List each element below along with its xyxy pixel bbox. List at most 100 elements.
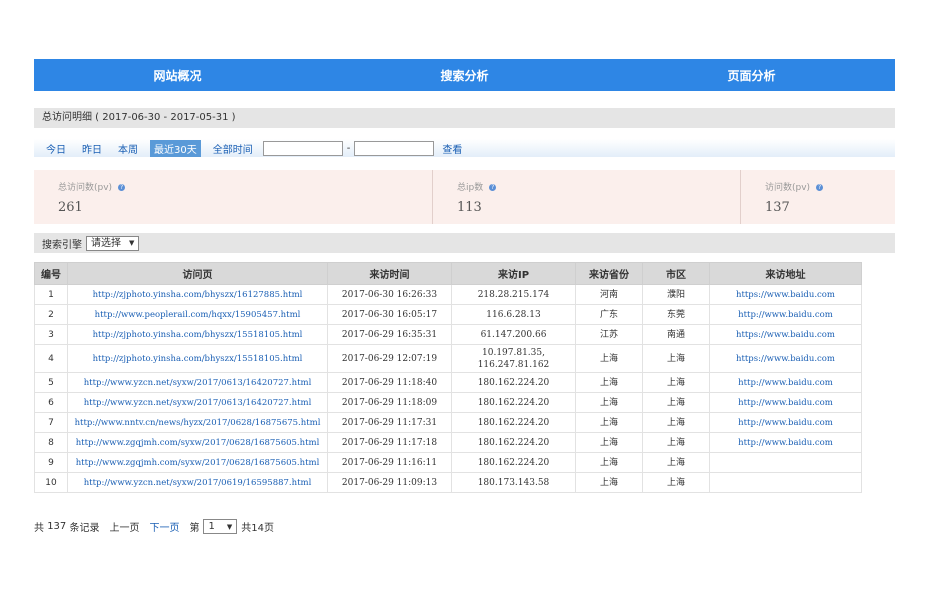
page-link[interactable]: http://www.nntv.cn/news/hyzx/2017/0628/1… <box>75 418 321 428</box>
tab-search-analysis[interactable]: 搜索分析 <box>321 59 608 91</box>
cell-referrer: http://www.baidu.com <box>709 304 862 325</box>
cell-referrer: http://www.baidu.com <box>709 392 862 413</box>
help-icon[interactable]: ? <box>489 184 497 191</box>
cell-referrer <box>709 452 862 473</box>
search-engine-label: 搜索引擎 <box>42 239 82 251</box>
stat-total-ip: 总ip数? 113 <box>432 170 740 224</box>
stat-pv: 访问数(pv)? 137 <box>740 170 895 224</box>
page-link[interactable]: http://zjphoto.yinsha.com/bhyszx/1612788… <box>93 290 303 300</box>
page-prefix: 第 <box>189 523 200 534</box>
range-last-30-days-link[interactable]: 最近30天 <box>150 139 201 157</box>
prev-page-link[interactable]: 上一页 <box>109 519 139 534</box>
referrer-link[interactable]: https://www.baidu.com <box>736 290 835 300</box>
table-row: 7 http://www.nntv.cn/news/hyzx/2017/0628/… <box>34 412 862 433</box>
header-id: 编号 <box>34 262 68 285</box>
total-count: 137 <box>47 521 67 532</box>
cell-city: 上海 <box>642 344 710 373</box>
cell-referrer: http://www.baidu.com <box>709 412 862 433</box>
cell-city: 上海 <box>642 372 710 393</box>
search-engine-bar: 搜索引擎 请选择 ▼ <box>34 233 895 253</box>
cell-ip: 180.173.143.58 <box>451 472 576 493</box>
search-engine-select[interactable]: 请选择 ▼ <box>86 235 140 251</box>
table-row: 9 http://www.zgqjmh.com/syxw/2017/0628/16… <box>34 452 862 473</box>
cell-id: 2 <box>34 304 68 325</box>
referrer-link[interactable]: http://www.baidu.com <box>738 418 833 428</box>
cell-ip: 180.162.224.20 <box>451 392 576 413</box>
page-link[interactable]: http://www.yzcn.net/syxw/2017/0613/16420… <box>84 378 312 388</box>
cell-ip: 180.162.224.20 <box>451 432 576 453</box>
page-link[interactable]: http://zjphoto.yinsha.com/bhyszx/1551810… <box>93 330 303 340</box>
cell-page: http://www.zgqjmh.com/syxw/2017/0628/168… <box>67 452 328 473</box>
stat-value: 261 <box>58 200 83 215</box>
page-link[interactable]: http://www.zgqjmh.com/syxw/2017/0628/168… <box>76 458 320 468</box>
range-yesterday-link[interactable]: 昨日 <box>78 140 106 157</box>
referrer-link[interactable]: http://www.baidu.com <box>738 310 833 320</box>
help-icon[interactable]: ? <box>118 184 126 191</box>
cell-page: http://www.nntv.cn/news/hyzx/2017/0628/1… <box>67 412 328 433</box>
page-link[interactable]: http://zjphoto.yinsha.com/bhyszx/1551810… <box>93 354 303 364</box>
cell-province: 上海 <box>575 452 643 473</box>
page-select[interactable]: 1 ▼ <box>203 519 238 534</box>
tab-page-analysis[interactable]: 页面分析 <box>608 59 895 91</box>
cell-referrer: https://www.baidu.com <box>709 344 862 373</box>
header-city: 市区 <box>642 262 710 285</box>
stat-value: 137 <box>765 200 790 215</box>
tab-site-overview[interactable]: 网站概况 <box>34 59 321 91</box>
cell-referrer: https://www.baidu.com <box>709 284 862 305</box>
help-icon[interactable]: ? <box>816 184 824 191</box>
cell-city: 东莞 <box>642 304 710 325</box>
start-date-input[interactable] <box>262 140 343 156</box>
cell-id: 9 <box>34 452 68 473</box>
table-row: 4 http://zjphoto.yinsha.com/bhyszx/155181… <box>34 344 862 373</box>
cell-page: http://www.zgqjmh.com/syxw/2017/0628/168… <box>67 432 328 453</box>
total-prefix: 共 <box>34 523 44 534</box>
header-page: 访问页 <box>67 262 328 285</box>
cell-time: 2017-06-29 12:07:19 <box>327 344 452 373</box>
range-all-time-link[interactable]: 全部时间 <box>209 140 257 157</box>
cell-province: 上海 <box>575 372 643 393</box>
table-row: 8 http://www.zgqjmh.com/syxw/2017/0628/16… <box>34 432 862 453</box>
cell-city: 上海 <box>642 392 710 413</box>
cell-time: 2017-06-29 11:18:40 <box>327 372 452 393</box>
referrer-link[interactable]: http://www.baidu.com <box>738 398 833 408</box>
table-row: 1 http://zjphoto.yinsha.com/bhyszx/161278… <box>34 284 862 305</box>
referrer-link[interactable]: https://www.baidu.com <box>736 354 835 364</box>
cell-time: 2017-06-29 11:17:18 <box>327 432 452 453</box>
referrer-link[interactable]: https://www.baidu.com <box>736 330 835 340</box>
page-link[interactable]: http://www.yzcn.net/syxw/2017/0619/16595… <box>84 478 312 488</box>
query-button[interactable]: 查看 <box>442 141 462 156</box>
cell-time: 2017-06-30 16:05:17 <box>327 304 452 325</box>
top-nav: 网站概况 搜索分析 页面分析 <box>34 59 895 91</box>
cell-ip: 116.6.28.13 <box>451 304 576 325</box>
range-this-week-link[interactable]: 本周 <box>114 140 142 157</box>
cell-time: 2017-06-29 11:17:31 <box>327 412 452 433</box>
cell-ip: 180.162.224.20 <box>451 452 576 473</box>
cell-ip: 218.28.215.174 <box>451 284 576 305</box>
header-time: 来访时间 <box>327 262 452 285</box>
referrer-link[interactable]: http://www.baidu.com <box>738 378 833 388</box>
cell-referrer: https://www.baidu.com <box>709 324 862 345</box>
next-page-link[interactable]: 下一页 <box>149 519 179 534</box>
page-link[interactable]: http://www.zgqjmh.com/syxw/2017/0628/168… <box>76 438 320 448</box>
cell-time: 2017-06-29 11:18:09 <box>327 392 452 413</box>
page-link[interactable]: http://www.yzcn.net/syxw/2017/0613/16420… <box>84 398 312 408</box>
range-today-link[interactable]: 今日 <box>42 140 70 157</box>
cell-page: http://www.yzcn.net/syxw/2017/0613/16420… <box>67 372 328 393</box>
summary-title: 总访问明细 ( 2017-06-30 - 2017-05-31 ) <box>42 112 236 123</box>
header-referrer: 来访地址 <box>709 262 862 285</box>
cell-city: 上海 <box>642 472 710 493</box>
table-row: 6 http://www.yzcn.net/syxw/2017/0613/1642… <box>34 392 862 413</box>
stat-label: 总访问数(pv)? <box>58 183 126 193</box>
cell-id: 4 <box>34 344 68 373</box>
table-row: 10 http://www.yzcn.net/syxw/2017/0619/165… <box>34 472 862 493</box>
stat-value: 113 <box>457 200 482 215</box>
page-link[interactable]: http://www.peoplerail.com/hqxx/15905457.… <box>95 310 301 320</box>
cell-city: 南通 <box>642 324 710 345</box>
cell-id: 6 <box>34 392 68 413</box>
end-date-input[interactable] <box>354 140 435 156</box>
referrer-link[interactable]: http://www.baidu.com <box>738 438 833 448</box>
table-row: 5 http://www.yzcn.net/syxw/2017/0613/1642… <box>34 372 862 393</box>
cell-page: http://zjphoto.yinsha.com/bhyszx/1551810… <box>67 324 328 345</box>
cell-province: 上海 <box>575 472 643 493</box>
cell-page: http://www.peoplerail.com/hqxx/15905457.… <box>67 304 328 325</box>
